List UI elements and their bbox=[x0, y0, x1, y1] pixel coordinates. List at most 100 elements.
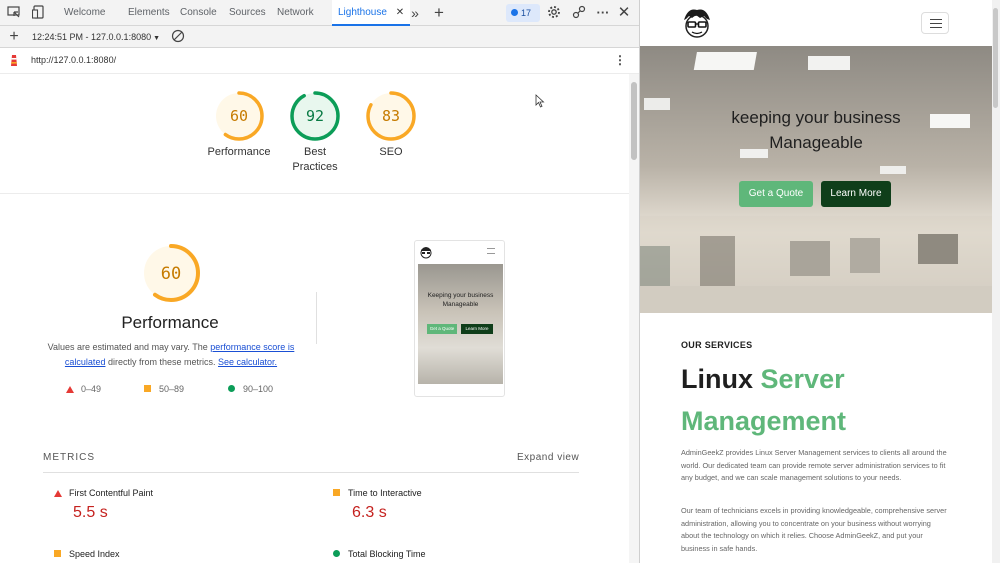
learn-more-button[interactable]: Learn More bbox=[821, 181, 891, 207]
gauge-ring-performance: 60 bbox=[214, 91, 264, 141]
performance-title: Performance bbox=[121, 313, 219, 332]
title-green-2: Management bbox=[681, 406, 847, 436]
report-scrollbar[interactable] bbox=[629, 74, 639, 563]
gauge-label: Best Practices bbox=[292, 146, 338, 173]
screen: Welcome Elements Console Sources Network… bbox=[0, 0, 1000, 563]
gauge-performance[interactable]: 60 Performance bbox=[206, 90, 272, 160]
website-preview: keeping your business Manageable Get a Q… bbox=[640, 0, 1000, 563]
lighthouse-icon bbox=[11, 55, 17, 66]
hero-title: keeping your business Manageable bbox=[640, 105, 992, 155]
legend-pass: 90–100 bbox=[228, 384, 273, 394]
thumb-hero-text: Keeping your business Manageable bbox=[427, 292, 494, 308]
menu-line bbox=[930, 27, 942, 28]
site-header bbox=[640, 0, 992, 46]
fail-triangle-icon bbox=[54, 490, 62, 497]
tab-sources[interactable]: Sources bbox=[229, 0, 266, 26]
tab-elements[interactable]: Elements bbox=[128, 0, 170, 26]
average-square-icon bbox=[333, 489, 340, 496]
site-logo[interactable] bbox=[680, 7, 714, 39]
metric-speed-index: Speed Index bbox=[54, 549, 120, 559]
see-calculator-link[interactable]: See calculator. bbox=[218, 357, 277, 367]
hero-title-line1: keeping your business bbox=[731, 108, 901, 127]
issues-badge[interactable]: 17 bbox=[506, 4, 540, 22]
legend-range: 0–49 bbox=[81, 384, 102, 394]
site-scrollbar[interactable] bbox=[992, 0, 1000, 563]
metric-tti-value: 6.3 s bbox=[352, 504, 387, 521]
desc-middle: directly from these metrics. bbox=[107, 357, 216, 367]
menu-line bbox=[930, 23, 942, 24]
customize-icon[interactable] bbox=[571, 5, 587, 21]
close-tab-icon[interactable]: ✕ bbox=[396, 7, 404, 18]
expand-view-toggle[interactable]: Expand view bbox=[517, 452, 579, 463]
tab-lighthouse-label: Lighthouse bbox=[338, 7, 387, 18]
close-devtools-icon[interactable]: ✕ bbox=[616, 5, 632, 21]
get-quote-button[interactable]: Get a Quote bbox=[739, 181, 813, 207]
hamburger-menu-button[interactable] bbox=[921, 12, 949, 34]
clear-reports-icon[interactable] bbox=[170, 29, 186, 45]
tab-console[interactable]: Console bbox=[180, 0, 217, 26]
issues-count: 17 bbox=[521, 8, 532, 18]
metrics-divider bbox=[43, 472, 579, 473]
metric-tbt: Total Blocking Time bbox=[333, 549, 426, 559]
pass-circle-icon bbox=[228, 385, 235, 392]
gauge-ring-seo: 83 bbox=[366, 91, 416, 141]
services-eyebrow: OUR SERVICES bbox=[681, 340, 753, 350]
report-url-bar: http://127.0.0.1:8080/ ⋮ bbox=[0, 48, 639, 74]
legend-range: 50–89 bbox=[159, 384, 185, 394]
performance-score: 60 bbox=[161, 264, 181, 284]
metric-name: First Contentful Paint bbox=[69, 488, 154, 498]
legend-range: 90–100 bbox=[243, 384, 274, 394]
thumb-quote-button: Get a Quote bbox=[427, 324, 457, 334]
hero-title-line2: Manageable bbox=[769, 133, 863, 152]
report-selector[interactable]: 12:24:51 PM - 127.0.0.1:8080 ▼ bbox=[32, 26, 160, 48]
title-green-1: Server bbox=[760, 364, 845, 394]
report-scrollbar-thumb[interactable] bbox=[631, 82, 637, 160]
devtools-tab-bar: Welcome Elements Console Sources Network… bbox=[0, 0, 639, 26]
new-report-icon[interactable]: + bbox=[6, 29, 22, 45]
gauge-label: Performance bbox=[207, 146, 271, 158]
metric-tti: Time to Interactive bbox=[333, 488, 422, 498]
gauge-value: 83 bbox=[382, 107, 400, 125]
site-scrollbar-thumb[interactable] bbox=[993, 8, 998, 108]
tab-lighthouse[interactable]: Lighthouse ✕ bbox=[332, 0, 411, 26]
gauge-value: 92 bbox=[306, 107, 324, 125]
device-emulation-icon[interactable] bbox=[31, 5, 47, 21]
gauge-best-practices[interactable]: 92 Best Practices bbox=[286, 90, 344, 175]
tab-network[interactable]: Network bbox=[277, 0, 314, 26]
audited-url: http://127.0.0.1:8080/ bbox=[31, 55, 117, 65]
final-screenshot-thumbnail[interactable]: Keeping your business Manageable Get a Q… bbox=[414, 240, 505, 397]
performance-description: Values are estimated and may vary. The p… bbox=[40, 340, 302, 370]
add-tab-icon[interactable]: + bbox=[431, 4, 447, 21]
thumb-menu-icon bbox=[487, 248, 495, 254]
gauge-value: 60 bbox=[230, 107, 248, 125]
gauge-label: SEO bbox=[379, 146, 403, 158]
report-menu-icon[interactable]: ⋮ bbox=[614, 53, 626, 67]
metric-fcp: First Contentful Paint bbox=[54, 488, 153, 498]
average-square-icon bbox=[144, 385, 151, 392]
gauge-ring-best-practices: 92 bbox=[290, 91, 340, 141]
more-options-icon[interactable]: ··· bbox=[595, 5, 611, 21]
inspect-element-icon[interactable] bbox=[6, 5, 22, 21]
metric-name: Time to Interactive bbox=[348, 488, 422, 498]
settings-gear-icon[interactable] bbox=[546, 5, 562, 21]
services-paragraph-2: Our team of technicians excels in provid… bbox=[681, 506, 947, 553]
performance-gauge-ring: 60 bbox=[142, 244, 200, 302]
section-divider bbox=[316, 292, 317, 344]
menu-line bbox=[930, 19, 942, 20]
report-selector-value: 12:24:51 PM - 127.0.0.1:8080 bbox=[32, 32, 152, 42]
metrics-heading: METRICS bbox=[43, 452, 95, 463]
chevron-down-icon: ▼ bbox=[153, 35, 161, 42]
metric-name: Speed Index bbox=[69, 549, 120, 559]
legend-average: 50–89 bbox=[144, 384, 184, 394]
mouse-cursor-icon bbox=[535, 94, 545, 108]
devtools-panel: Welcome Elements Console Sources Network… bbox=[0, 0, 640, 563]
tab-welcome[interactable]: Welcome bbox=[64, 0, 106, 26]
hero-section: keeping your business Manageable Get a Q… bbox=[640, 46, 992, 313]
legend-fail: 0–49 bbox=[66, 384, 101, 394]
gauge-seo[interactable]: 83 SEO bbox=[362, 90, 420, 160]
title-dark: Linux bbox=[681, 364, 753, 394]
lighthouse-toolbar: + 12:24:51 PM - 127.0.0.1:8080 ▼ bbox=[0, 26, 639, 48]
more-tabs-icon[interactable]: » bbox=[407, 5, 423, 21]
desc-prefix: Values are estimated and may vary. The bbox=[47, 342, 208, 352]
metric-fcp-value: 5.5 s bbox=[73, 504, 108, 521]
